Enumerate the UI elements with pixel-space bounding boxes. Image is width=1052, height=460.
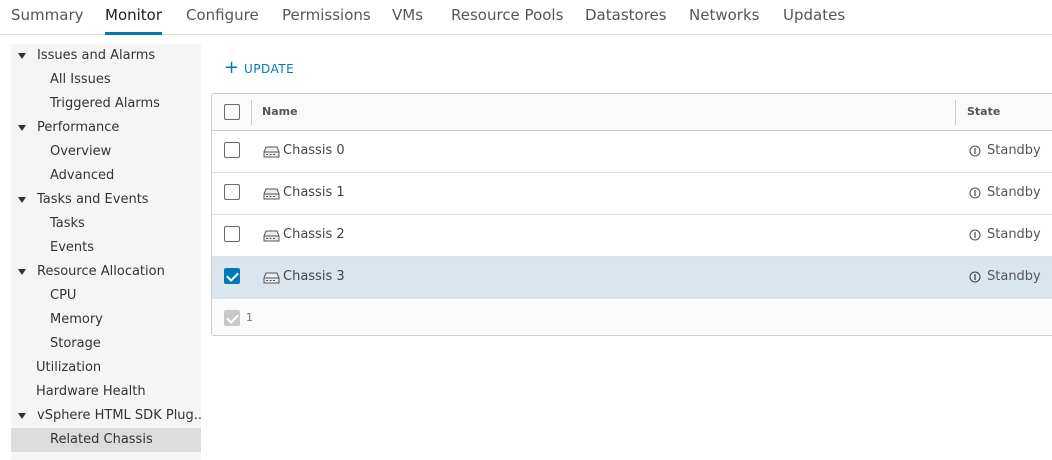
tree-item-label: Overview (50, 144, 112, 159)
tree-item-label: Tasks and Events (37, 192, 149, 207)
column-header-name[interactable]: Name (262, 105, 298, 118)
caret-down-icon[interactable] (18, 125, 26, 131)
tree-item-advanced[interactable]: Advanced (11, 164, 201, 188)
tree-item-vsphere-html-sdk-plugin[interactable]: vSphere HTML SDK Plug... (11, 404, 201, 428)
tree-item-utilization[interactable]: Utilization (11, 356, 201, 380)
update-button-label: UPDATE (244, 62, 295, 76)
row-checkbox[interactable] (224, 184, 240, 200)
selection-count-checkbox (224, 310, 240, 326)
tree-item-label: Utilization (36, 360, 102, 375)
tab-monitor[interactable]: Monitor (105, 6, 163, 35)
tree-item-label: Memory (50, 312, 103, 327)
chassis-state: Standby (987, 143, 1041, 158)
tree-item-storage[interactable]: Storage (11, 332, 201, 356)
tree-item-tasks-and-events[interactable]: Tasks and Events (11, 188, 201, 212)
chassis-state: Standby (987, 185, 1041, 200)
tab-summary[interactable]: Summary (11, 6, 84, 35)
chassis-name[interactable]: Chassis 2 (283, 227, 345, 242)
datagrid-footer: 1 (212, 300, 1052, 335)
table-row[interactable]: Chassis 3 Standby (212, 257, 1052, 299)
tree-item-memory[interactable]: Memory (11, 308, 201, 332)
tab-networks[interactable]: Networks (689, 6, 759, 35)
tree-item-label: Issues and Alarms (37, 48, 156, 63)
row-checkbox[interactable] (224, 226, 240, 242)
selection-count: 1 (246, 311, 253, 324)
chassis-datagrid: Name State Chassis 0 Standby Chassis 1 S… (211, 93, 1052, 336)
tree-item-label: Events (50, 240, 95, 255)
tree-item-triggered-alarms[interactable]: Triggered Alarms (11, 92, 201, 116)
chassis-icon (263, 188, 280, 200)
tree-item-label: Advanced (50, 168, 115, 183)
tree-item-label: Triggered Alarms (50, 96, 160, 111)
tree-item-hardware-health[interactable]: Hardware Health (11, 380, 201, 404)
chassis-state: Standby (987, 227, 1041, 242)
tab-vms[interactable]: VMs (392, 6, 423, 35)
tree-item-label: Performance (37, 120, 120, 135)
datagrid-header: Name State (212, 94, 1052, 131)
chassis-icon (263, 146, 280, 158)
chassis-name[interactable]: Chassis 0 (283, 143, 345, 158)
chassis-icon (263, 272, 280, 284)
tree-item-tasks[interactable]: Tasks (11, 212, 201, 236)
tree-item-related-chassis[interactable]: Related Chassis (11, 428, 201, 452)
column-separator[interactable] (251, 100, 252, 125)
tree-item-resource-allocation[interactable]: Resource Allocation (11, 260, 201, 284)
caret-down-icon[interactable] (18, 53, 26, 59)
monitor-nav-tree: Issues and Alarms All Issues Triggered A… (11, 44, 201, 460)
caret-down-icon[interactable] (18, 269, 26, 275)
table-row[interactable]: Chassis 0 Standby (212, 131, 1052, 173)
row-checkbox[interactable] (224, 142, 240, 158)
tree-item-cpu[interactable]: CPU (11, 284, 201, 308)
tree-item-all-issues[interactable]: All Issues (11, 68, 201, 92)
row-checkbox[interactable] (224, 268, 240, 284)
tree-item-label: Resource Allocation (37, 264, 165, 279)
tree-item-label: Hardware Health (36, 384, 146, 399)
tab-permissions[interactable]: Permissions (282, 6, 371, 35)
info-circle-icon (969, 145, 981, 157)
tab-configure[interactable]: Configure (186, 6, 259, 35)
chassis-icon (263, 230, 280, 242)
tab-resource-pools[interactable]: Resource Pools (451, 6, 563, 35)
caret-down-icon[interactable] (18, 413, 26, 419)
chassis-state: Standby (987, 269, 1041, 284)
tree-item-label: All Issues (50, 72, 111, 87)
column-separator[interactable] (955, 100, 956, 125)
caret-down-icon[interactable] (18, 197, 26, 203)
select-all-checkbox[interactable] (224, 104, 240, 120)
chassis-name[interactable]: Chassis 1 (283, 185, 345, 200)
tree-item-label: vSphere HTML SDK Plug... (37, 408, 201, 423)
tab-datastores[interactable]: Datastores (585, 6, 667, 35)
table-row[interactable]: Chassis 2 Standby (212, 215, 1052, 257)
info-circle-icon (969, 187, 981, 199)
tree-item-label: CPU (50, 288, 77, 303)
column-header-state[interactable]: State (967, 105, 1000, 118)
plus-icon: + (224, 57, 240, 78)
tree-item-label: Tasks (50, 216, 85, 231)
tab-bar: Summary Monitor Configure Permissions VM… (0, 0, 1052, 35)
tree-item-performance[interactable]: Performance (11, 116, 201, 140)
table-row[interactable]: Chassis 1 Standby (212, 173, 1052, 215)
tree-item-label: Storage (50, 336, 101, 351)
tree-item-events[interactable]: Events (11, 236, 201, 260)
info-circle-icon (969, 229, 981, 241)
info-circle-icon (969, 271, 981, 283)
tab-updates[interactable]: Updates (783, 6, 845, 35)
tree-item-label: Related Chassis (50, 432, 153, 447)
tree-item-issues-and-alarms[interactable]: Issues and Alarms (11, 44, 201, 68)
tree-item-overview[interactable]: Overview (11, 140, 201, 164)
chassis-name[interactable]: Chassis 3 (283, 269, 345, 284)
